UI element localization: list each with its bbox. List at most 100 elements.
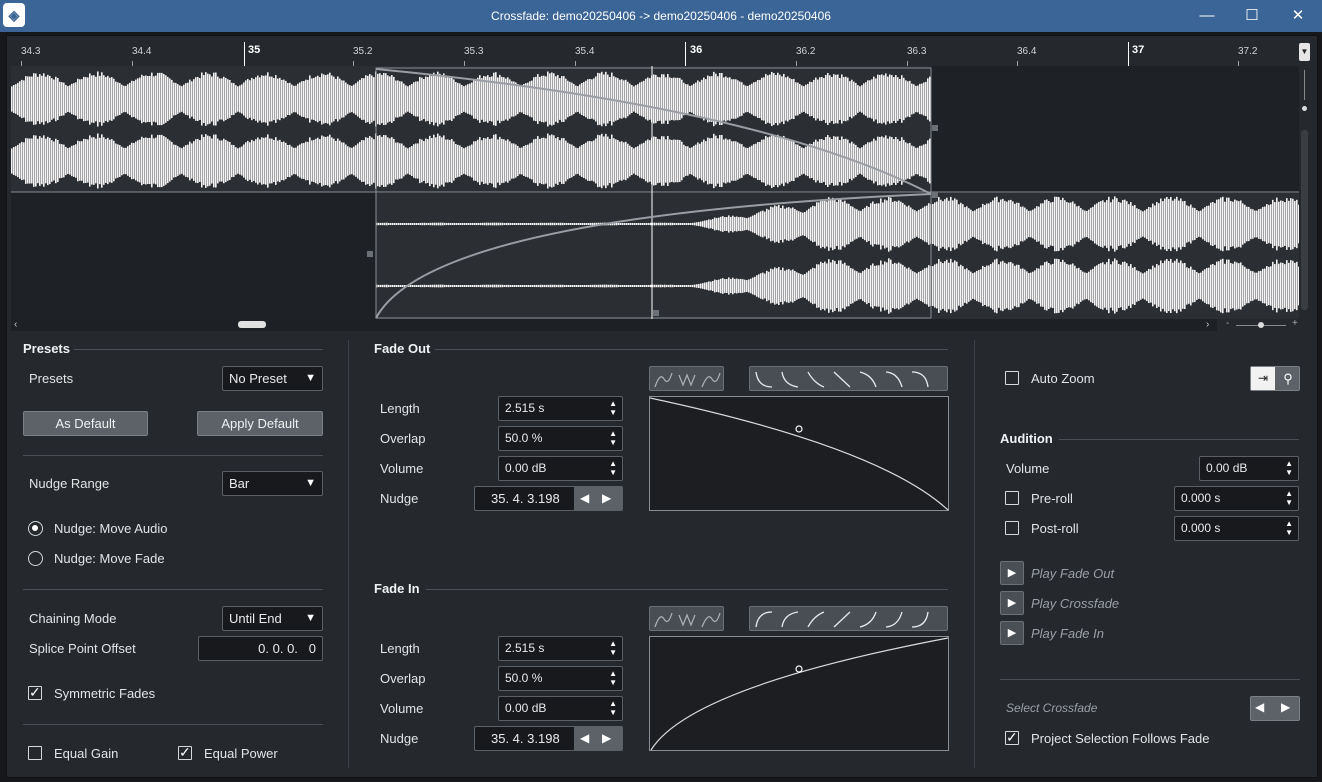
- arrow-right-icon[interactable]: ▶: [602, 727, 611, 750]
- arrow-right-icon[interactable]: ▶: [1281, 700, 1290, 714]
- spin-arrows-icon[interactable]: ▲ ▼: [1285, 459, 1293, 477]
- spin-arrows-icon[interactable]: ▲ ▼: [609, 429, 617, 447]
- magnifier-icon[interactable]: ⚲: [1276, 367, 1300, 390]
- ruler-label: 35: [248, 44, 261, 56]
- close-button[interactable]: ✕: [1275, 0, 1321, 32]
- splice-offset-field[interactable]: 0. 0. 0. 0: [198, 636, 323, 661]
- postroll-label[interactable]: Post-roll: [1031, 521, 1079, 536]
- preroll-field[interactable]: 0.000 s ▲ ▼: [1174, 486, 1299, 511]
- audition-volume-field[interactable]: 0.00 dB ▲ ▼: [1199, 456, 1299, 481]
- nudge-range-label: Nudge Range: [29, 476, 110, 491]
- symmetric-fades-checkbox[interactable]: [28, 684, 42, 701]
- auto-zoom-checkbox[interactable]: [1005, 371, 1019, 385]
- preroll-value: 0.000 s: [1181, 491, 1221, 505]
- fade-in-nudge-field[interactable]: 35. 4. 3.198 ◀ ▶: [474, 726, 623, 751]
- vertical-scroll-thumb[interactable]: [1301, 130, 1308, 310]
- preroll-label[interactable]: Pre-roll: [1031, 491, 1073, 506]
- fade-out-length-field[interactable]: 2.515 s ▲ ▼: [498, 396, 623, 421]
- select-crossfade-nav[interactable]: ◀ ▶: [1250, 696, 1300, 721]
- apply-default-button[interactable]: Apply Default: [197, 411, 323, 436]
- arrow-left-icon[interactable]: ◀: [580, 487, 589, 510]
- ruler-label: 37: [1132, 44, 1145, 56]
- arrow-left-icon[interactable]: ◀: [1255, 700, 1264, 714]
- equal-gain-checkbox[interactable]: [28, 746, 42, 760]
- fade-in-volume-value: 0.00 dB: [505, 701, 547, 715]
- play-fade-in-button[interactable]: ▶: [1000, 621, 1024, 645]
- nudge-range-dropdown[interactable]: Bar ▼: [222, 471, 323, 496]
- zoom-tools[interactable]: ⇥ ⚲: [1250, 366, 1300, 391]
- nudge-move-fade-label[interactable]: Nudge: Move Fade: [54, 551, 165, 566]
- play-icon: ▶: [1007, 627, 1017, 639]
- vertical-zoom-handle[interactable]: [1302, 106, 1307, 111]
- play-crossfade-button[interactable]: ▶: [1000, 591, 1024, 615]
- fade-out-overlap-field[interactable]: 50.0 % ▲ ▼: [498, 426, 623, 451]
- postroll-field[interactable]: 0.000 s ▲ ▼: [1174, 516, 1299, 541]
- chaining-mode-dropdown[interactable]: Until End ▼: [222, 606, 323, 631]
- fade-out-nudge-field[interactable]: 35. 4. 3.198 ◀ ▶: [474, 486, 623, 511]
- play-icon: ▶: [1007, 597, 1017, 609]
- fade-in-curve-graph[interactable]: [649, 636, 949, 751]
- equal-power-label[interactable]: Equal Power: [204, 746, 278, 761]
- fade-out-volume-value: 0.00 dB: [505, 461, 547, 475]
- ruler-label: 36.3: [907, 46, 927, 57]
- vertical-menu-icon[interactable]: ▼: [1299, 43, 1310, 61]
- presets-section-title: Presets: [23, 341, 70, 356]
- fade-out-curve-graph[interactable]: [649, 396, 949, 511]
- spin-arrows-icon[interactable]: ▲ ▼: [609, 399, 617, 417]
- fade-in-volume-field[interactable]: 0.00 dB ▲ ▼: [498, 696, 623, 721]
- fade-out-curve-presets[interactable]: [749, 366, 948, 391]
- fade-in-volume-label: Volume: [380, 701, 424, 716]
- project-selection-checkbox[interactable]: [1005, 729, 1019, 746]
- fade-out-volume-field[interactable]: 0.00 dB ▲ ▼: [498, 456, 623, 481]
- scroll-right-icon[interactable]: ›: [1206, 319, 1209, 330]
- arrow-right-icon[interactable]: ▶: [602, 487, 611, 510]
- chaining-mode-value: Until End: [229, 611, 282, 626]
- spin-arrows-icon[interactable]: ▲ ▼: [1285, 519, 1293, 537]
- nudge-move-audio-radio[interactable]: [28, 521, 43, 536]
- horizontal-scrollbar[interactable]: ‹ ›: [11, 319, 1217, 331]
- scroll-thumb[interactable]: [238, 321, 266, 328]
- ruler-label: 36: [690, 44, 703, 56]
- audition-volume-value: 0.00 dB: [1206, 461, 1248, 475]
- nudge-move-fade-radio[interactable]: [28, 551, 43, 566]
- spin-arrows-icon[interactable]: ▲ ▼: [609, 459, 617, 477]
- symmetric-fades-label[interactable]: Symmetric Fades: [54, 686, 155, 701]
- fade-in-curve-presets[interactable]: [749, 606, 948, 631]
- postroll-value: 0.000 s: [1181, 521, 1221, 535]
- ruler-label: 36.4: [1017, 46, 1037, 57]
- spin-arrows-icon[interactable]: ▲ ▼: [609, 699, 617, 717]
- zoom-slider[interactable]: - +: [1222, 318, 1302, 330]
- arrow-left-icon[interactable]: ◀: [580, 727, 589, 750]
- fade-out-length-label: Length: [380, 401, 420, 416]
- spin-arrows-icon[interactable]: ▲ ▼: [609, 669, 617, 687]
- vertical-scrollbar[interactable]: ▼: [1299, 40, 1311, 319]
- time-ruler[interactable]: 34.3 34.4 35 35.2 35.3 35.4 36 36.2 36.3…: [11, 40, 1299, 66]
- postroll-checkbox[interactable]: [1005, 521, 1019, 535]
- fade-in-nudge-value: 35. 4. 3.198: [491, 731, 560, 746]
- audition-volume-label: Volume: [1006, 461, 1050, 476]
- fade-in-shape-presets[interactable]: [649, 606, 724, 631]
- ruler-label: 34.3: [21, 46, 41, 57]
- audition-section-title: Audition: [1000, 431, 1053, 446]
- fade-out-shape-presets[interactable]: [649, 366, 724, 391]
- spin-arrows-icon[interactable]: ▲ ▼: [1285, 489, 1293, 507]
- equal-gain-label[interactable]: Equal Gain: [54, 746, 118, 761]
- maximize-button[interactable]: ☐: [1229, 0, 1275, 32]
- minimize-button[interactable]: —: [1184, 0, 1230, 32]
- auto-zoom-label[interactable]: Auto Zoom: [1031, 371, 1095, 386]
- as-default-button[interactable]: As Default: [23, 411, 148, 436]
- spin-arrows-icon[interactable]: ▲ ▼: [609, 639, 617, 657]
- fade-out-overlap-label: Overlap: [380, 431, 426, 446]
- preroll-checkbox[interactable]: [1005, 491, 1019, 505]
- play-fade-out-button[interactable]: ▶: [1000, 561, 1024, 585]
- fade-in-length-field[interactable]: 2.515 s ▲ ▼: [498, 636, 623, 661]
- project-selection-label[interactable]: Project Selection Follows Fade: [1031, 731, 1209, 746]
- fade-in-overlap-field[interactable]: 50.0 % ▲ ▼: [498, 666, 623, 691]
- fade-out-nudge-value: 35. 4. 3.198: [491, 491, 560, 506]
- scroll-left-icon[interactable]: ‹: [14, 319, 17, 330]
- nudge-move-audio-label[interactable]: Nudge: Move Audio: [54, 521, 167, 536]
- zoom-fit-icon[interactable]: ⇥: [1251, 367, 1275, 390]
- waveform-display[interactable]: [11, 66, 1299, 319]
- equal-power-checkbox[interactable]: [178, 744, 192, 761]
- presets-dropdown[interactable]: No Preset ▼: [222, 366, 323, 391]
